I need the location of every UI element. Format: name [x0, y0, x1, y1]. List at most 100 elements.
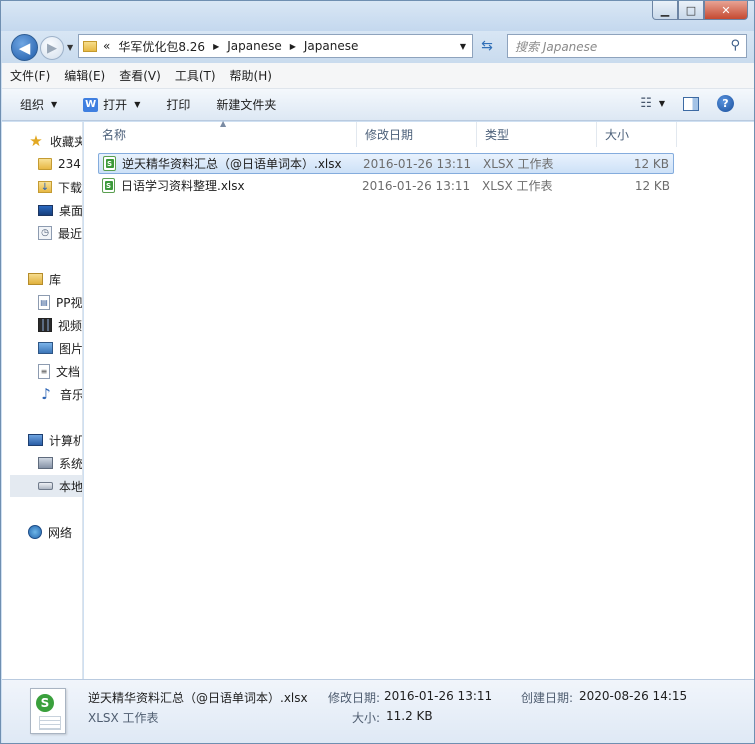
view-controls: ☷ ▼ ?: [640, 95, 734, 112]
xlsx-file-icon: S: [102, 178, 115, 193]
sidebar-item-label: 234: [58, 157, 81, 171]
column-header-type[interactable]: 类型: [477, 122, 597, 147]
sidebar-item-label: 下载: [58, 180, 83, 195]
details-file-type: XLSX 工作表: [88, 711, 159, 725]
column-header-date[interactable]: 修改日期: [357, 122, 477, 147]
view-options-icon[interactable]: ☷: [640, 96, 652, 111]
wps-icon: W: [83, 97, 99, 112]
menu-edit[interactable]: 编辑(E): [64, 67, 105, 84]
refresh-icon[interactable]: ⇆: [475, 34, 499, 58]
sidebar-item-label: 收藏夹: [50, 134, 83, 149]
details-modified-value: 2016-01-26 13:11: [384, 689, 493, 703]
details-created-value: 2020-08-26 14:15: [579, 689, 688, 703]
sidebar-item-label: 库: [49, 272, 62, 287]
file-size: 12 KB: [633, 156, 669, 171]
dropdown-arrow-icon: ▼: [51, 100, 58, 109]
search-icon[interactable]: ⚲: [730, 38, 740, 53]
file-name: 逆天精华资料汇总（@日语单词本）.xlsx: [122, 157, 342, 171]
sidebar-item-libraries[interactable]: 库: [28, 268, 61, 290]
music-icon: ♪: [41, 385, 51, 403]
sidebar-item-documents[interactable]: ≡ 文档: [38, 360, 80, 382]
pp-video-icon: ▤: [38, 294, 50, 310]
file-type: XLSX 工作表: [482, 179, 553, 193]
column-header-name[interactable]: ▲ 名称: [84, 119, 357, 147]
sidebar-item-label: 视频: [58, 318, 83, 333]
details-modified-label: 修改日期:: [328, 691, 381, 705]
preview-pane-icon[interactable]: [683, 96, 699, 111]
sidebar-item-recent[interactable]: ◷ 最近: [38, 222, 82, 244]
xlsx-file-icon: S: [103, 156, 116, 171]
sidebar-item-label: 桌面: [59, 203, 83, 218]
details-file-name: 逆天精华资料汇总（@日语单词本）.xlsx: [88, 691, 308, 705]
sidebar-item-label: 系统: [59, 456, 83, 471]
print-button[interactable]: 打印: [166, 96, 190, 113]
sidebar-item-favorites[interactable]: ★ 收藏夹: [28, 130, 83, 152]
file-name: 日语学习资料整理.xlsx: [121, 179, 245, 193]
local-drive-icon: [38, 482, 53, 490]
open-label: 打开: [103, 98, 128, 112]
sidebar-item-local-drive[interactable]: 本地: [10, 475, 83, 497]
file-row[interactable]: S 日语学习资料整理.xlsx 2016-01-26 13:11 XLSX 工作…: [98, 175, 674, 196]
view-dropdown-icon[interactable]: ▼: [659, 99, 665, 108]
organize-label: 组织: [20, 98, 45, 112]
pictures-icon: [38, 342, 53, 354]
sidebar-item-downloads[interactable]: ↓ 下载: [38, 176, 82, 198]
desktop-icon: [38, 204, 53, 216]
menu-view[interactable]: 查看(V): [119, 67, 161, 84]
column-label: 类型: [485, 128, 510, 142]
column-label: 名称: [102, 128, 127, 142]
sidebar-item-pp-video[interactable]: ▤ PP视: [38, 291, 82, 313]
search-placeholder: 搜索 Japanese: [515, 39, 598, 54]
documents-icon: ≡: [38, 363, 50, 379]
file-type: XLSX 工作表: [483, 157, 554, 171]
sidebar-item-system-drive[interactable]: 系统: [38, 452, 83, 474]
network-icon: [28, 525, 42, 539]
sidebar-item-videos[interactable]: 视频: [38, 314, 82, 336]
star-icon: ★: [29, 132, 43, 150]
command-bar: 组织 ▼ W 打开 ▼ 打印 新建文件夹 ☷ ▼ ?: [2, 89, 754, 121]
close-button[interactable]: ✕: [704, 1, 748, 20]
breadcrumb-overflow[interactable]: «: [103, 39, 110, 53]
file-size: 12 KB: [634, 178, 670, 193]
sidebar-item-label: 音乐: [60, 387, 83, 402]
back-button[interactable]: ◀: [11, 34, 38, 61]
help-icon[interactable]: ?: [717, 95, 734, 112]
file-row[interactable]: S 逆天精华资料汇总（@日语单词本）.xlsx 2016-01-26 13:11…: [98, 153, 674, 174]
column-header-size[interactable]: 大小: [597, 122, 677, 147]
menu-tools[interactable]: 工具(T): [175, 67, 216, 84]
breadcrumb-item[interactable]: Japanese: [227, 39, 282, 53]
menu-file[interactable]: 文件(F): [10, 67, 50, 84]
sidebar-item-pictures[interactable]: 图片: [38, 337, 83, 359]
recent-icon: ◷: [38, 226, 52, 240]
address-bar[interactable]: « 华军优化包8.26 ▶ Japanese ▶ Japanese ▼: [78, 34, 473, 58]
menu-help[interactable]: 帮助(H): [230, 67, 272, 84]
recent-pages-dropdown-icon[interactable]: ▼: [67, 43, 73, 52]
breadcrumb-item[interactable]: Japanese: [304, 39, 359, 53]
sort-ascending-icon: ▲: [220, 119, 227, 128]
search-input[interactable]: 搜索 Japanese ⚲: [507, 34, 747, 58]
sidebar-item-label: 文档: [56, 364, 81, 379]
forward-button[interactable]: ▶: [40, 36, 64, 60]
menu-bar: 文件(F) 编辑(E) 查看(V) 工具(T) 帮助(H): [2, 63, 754, 89]
new-folder-button[interactable]: 新建文件夹: [216, 96, 276, 113]
new-folder-label: 新建文件夹: [216, 98, 277, 112]
sidebar-item-label: 本地: [59, 479, 83, 494]
file-date: 2016-01-26 13:11: [363, 156, 472, 171]
organize-button[interactable]: 组织 ▼: [20, 96, 57, 113]
breadcrumb-chevron-icon[interactable]: ▶: [290, 42, 296, 51]
maximize-button[interactable]: □: [678, 1, 704, 20]
sidebar-item-label: PP视: [56, 295, 83, 310]
sidebar-item-music[interactable]: ♪ 音乐: [38, 383, 83, 405]
sidebar-item-computer[interactable]: 计算机: [28, 429, 82, 451]
breadcrumb-item[interactable]: 华军优化包8.26: [118, 38, 205, 55]
open-button[interactable]: W 打开 ▼: [83, 96, 140, 113]
file-date: 2016-01-26 13:11: [362, 178, 471, 193]
xlsx-file-large-icon: S: [30, 688, 66, 734]
sidebar-item-label: 图片: [59, 341, 83, 356]
breadcrumb-chevron-icon[interactable]: ▶: [213, 42, 219, 51]
sidebar-item-234[interactable]: 234: [38, 153, 81, 175]
minimize-button[interactable]: ▁: [652, 1, 678, 20]
address-dropdown-icon[interactable]: ▼: [460, 42, 466, 51]
sidebar-item-network[interactable]: 网络: [28, 521, 72, 543]
sidebar-item-desktop[interactable]: 桌面: [38, 199, 83, 221]
